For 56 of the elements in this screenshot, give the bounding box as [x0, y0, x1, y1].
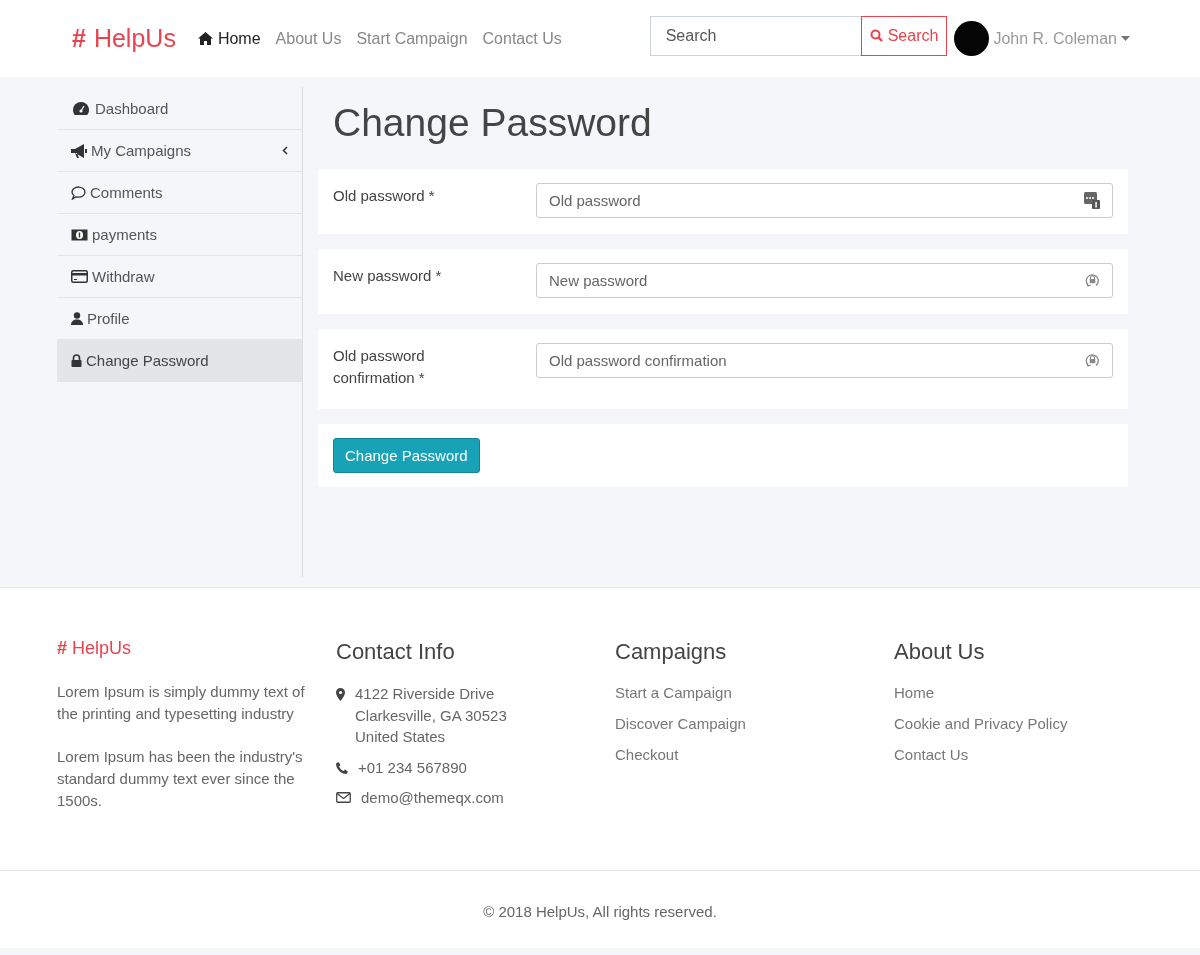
- search-button[interactable]: Search: [860, 15, 948, 56]
- contact-text: +01 234 567890: [358, 757, 467, 778]
- footer-logo[interactable]: # HelpUs: [57, 638, 336, 659]
- sidebar-item[interactable]: Dashboard: [57, 88, 302, 130]
- gauge-icon: [73, 102, 89, 115]
- speech-bubble-icon: [71, 185, 86, 200]
- megaphone-icon: [71, 143, 87, 158]
- password-field[interactable]: Old password confirmation: [536, 343, 1113, 378]
- sidebar-item[interactable]: Comments: [57, 172, 302, 214]
- nav-link[interactable]: Start Campaign: [356, 29, 468, 48]
- footer-heading: Contact Info: [336, 639, 456, 665]
- password-field[interactable]: New password: [536, 263, 1113, 298]
- field-label: Old password *: [333, 186, 436, 206]
- credit-card-icon: [71, 270, 88, 283]
- contact-text: 4122 Riverside Drive Clarkesville, GA 30523 United States: [355, 684, 507, 747]
- footer-description: Lorem Ipsum is simply dummy text of the printing and typesetting industry: [57, 682, 306, 724]
- footer-link[interactable]: Discover Campaign: [615, 714, 894, 733]
- sidebar-item[interactable]: My Campaigns: [57, 130, 302, 172]
- banknote-icon: [71, 228, 88, 241]
- footer-link[interactable]: Start a Campaign: [615, 683, 894, 702]
- nav-link[interactable]: Home: [197, 29, 261, 48]
- password-field[interactable]: Old password: [536, 183, 1113, 218]
- field-label: New password *: [333, 266, 443, 286]
- footer-link[interactable]: Cookie and Privacy Policy: [894, 714, 1128, 733]
- sidebar-item[interactable]: Withdraw: [57, 256, 302, 298]
- phone-icon: [336, 761, 348, 774]
- lock-refresh-icon: [1085, 272, 1100, 288]
- nav-link[interactable]: About Us: [275, 29, 342, 48]
- chevron-left-icon: [282, 146, 288, 155]
- footer-description: Lorem Ipsum has been the industry's standard dummy text ever since the 1500s.: [57, 747, 304, 811]
- field-label: Old password confirmation *: [333, 346, 426, 388]
- lock-icon: [71, 354, 82, 367]
- contact-text: demo@themeqx.com: [361, 788, 504, 808]
- search-field[interactable]: Search: [649, 15, 861, 56]
- page-title: Change Password: [333, 101, 653, 145]
- footer-heading: About Us: [894, 639, 986, 665]
- sidebar-item[interactable]: Change Password: [57, 340, 302, 382]
- password-key-icon: [1084, 192, 1100, 209]
- avatar: [954, 21, 990, 56]
- lock-refresh-icon: [1085, 352, 1100, 368]
- caret-icon: [1121, 36, 1130, 41]
- footer-link[interactable]: Home: [894, 683, 1128, 702]
- envelope-icon: [336, 792, 351, 803]
- sidebar-item[interactable]: payments: [57, 214, 302, 256]
- nav-link[interactable]: Contact Us: [482, 29, 562, 48]
- user-icon: [71, 312, 83, 325]
- copyright-text: © 2018 HelpUs, All rights reserved.: [483, 903, 717, 920]
- search-icon: [869, 29, 883, 42]
- footer-link[interactable]: Contact Us: [894, 745, 1128, 764]
- map-pin-icon: [336, 688, 345, 701]
- change-password-button[interactable]: Change Password: [333, 438, 480, 473]
- footer-heading: Campaigns: [615, 639, 728, 665]
- footer-link[interactable]: Checkout: [615, 745, 894, 764]
- logo[interactable]: # HelpUs: [72, 24, 176, 53]
- home-icon: [197, 32, 213, 45]
- user-menu[interactable]: John R. Coleman: [954, 21, 1130, 56]
